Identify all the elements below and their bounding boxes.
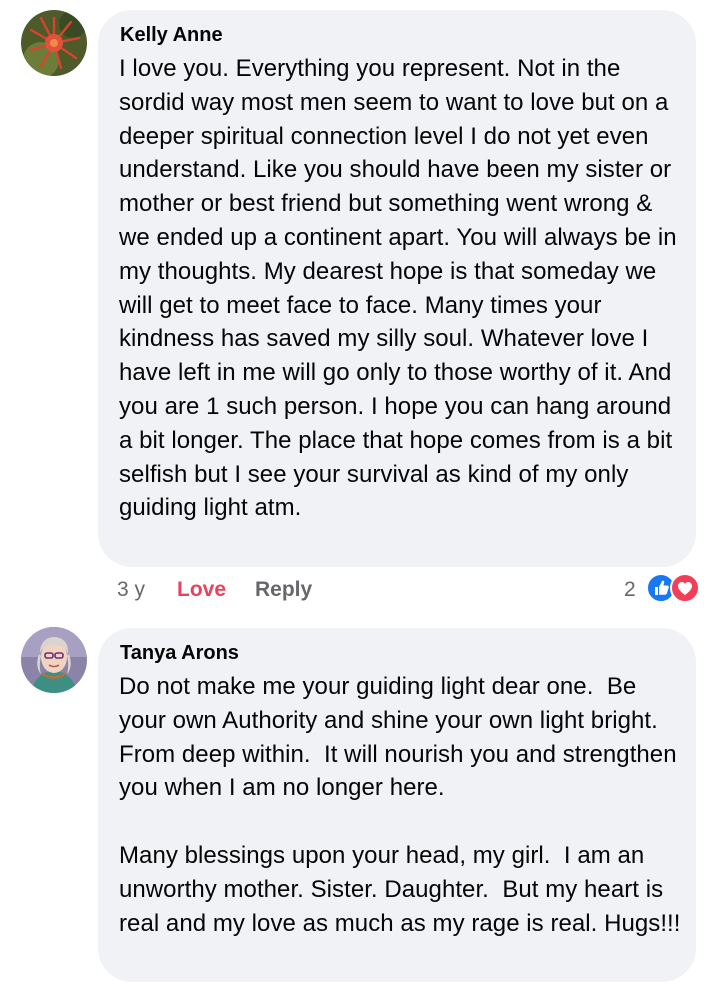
comment-age[interactable]: 3 y <box>117 578 145 602</box>
avatar-person-image <box>21 627 87 693</box>
reaction-summary[interactable]: 2 <box>624 573 704 605</box>
love-icon <box>670 573 700 603</box>
reply-button[interactable]: Reply <box>255 578 312 602</box>
comment-author[interactable]: Kelly Anne <box>120 24 223 47</box>
avatar[interactable] <box>21 627 87 693</box>
comment-text: Do not make me your guiding light dear o… <box>119 673 681 937</box>
comment-bubble: Kelly Anne I love you. Everything you re… <box>98 10 696 567</box>
comment-bubble: Tanya Arons Do not make me your guiding … <box>98 628 696 982</box>
comment-author[interactable]: Tanya Arons <box>120 642 239 665</box>
avatar-flower-image <box>21 10 87 76</box>
reaction-count: 2 <box>624 578 636 601</box>
avatar[interactable] <box>21 10 87 76</box>
love-reaction-button[interactable]: Love <box>177 578 226 602</box>
comment-text: I love you. Everything you represent. No… <box>119 55 684 522</box>
